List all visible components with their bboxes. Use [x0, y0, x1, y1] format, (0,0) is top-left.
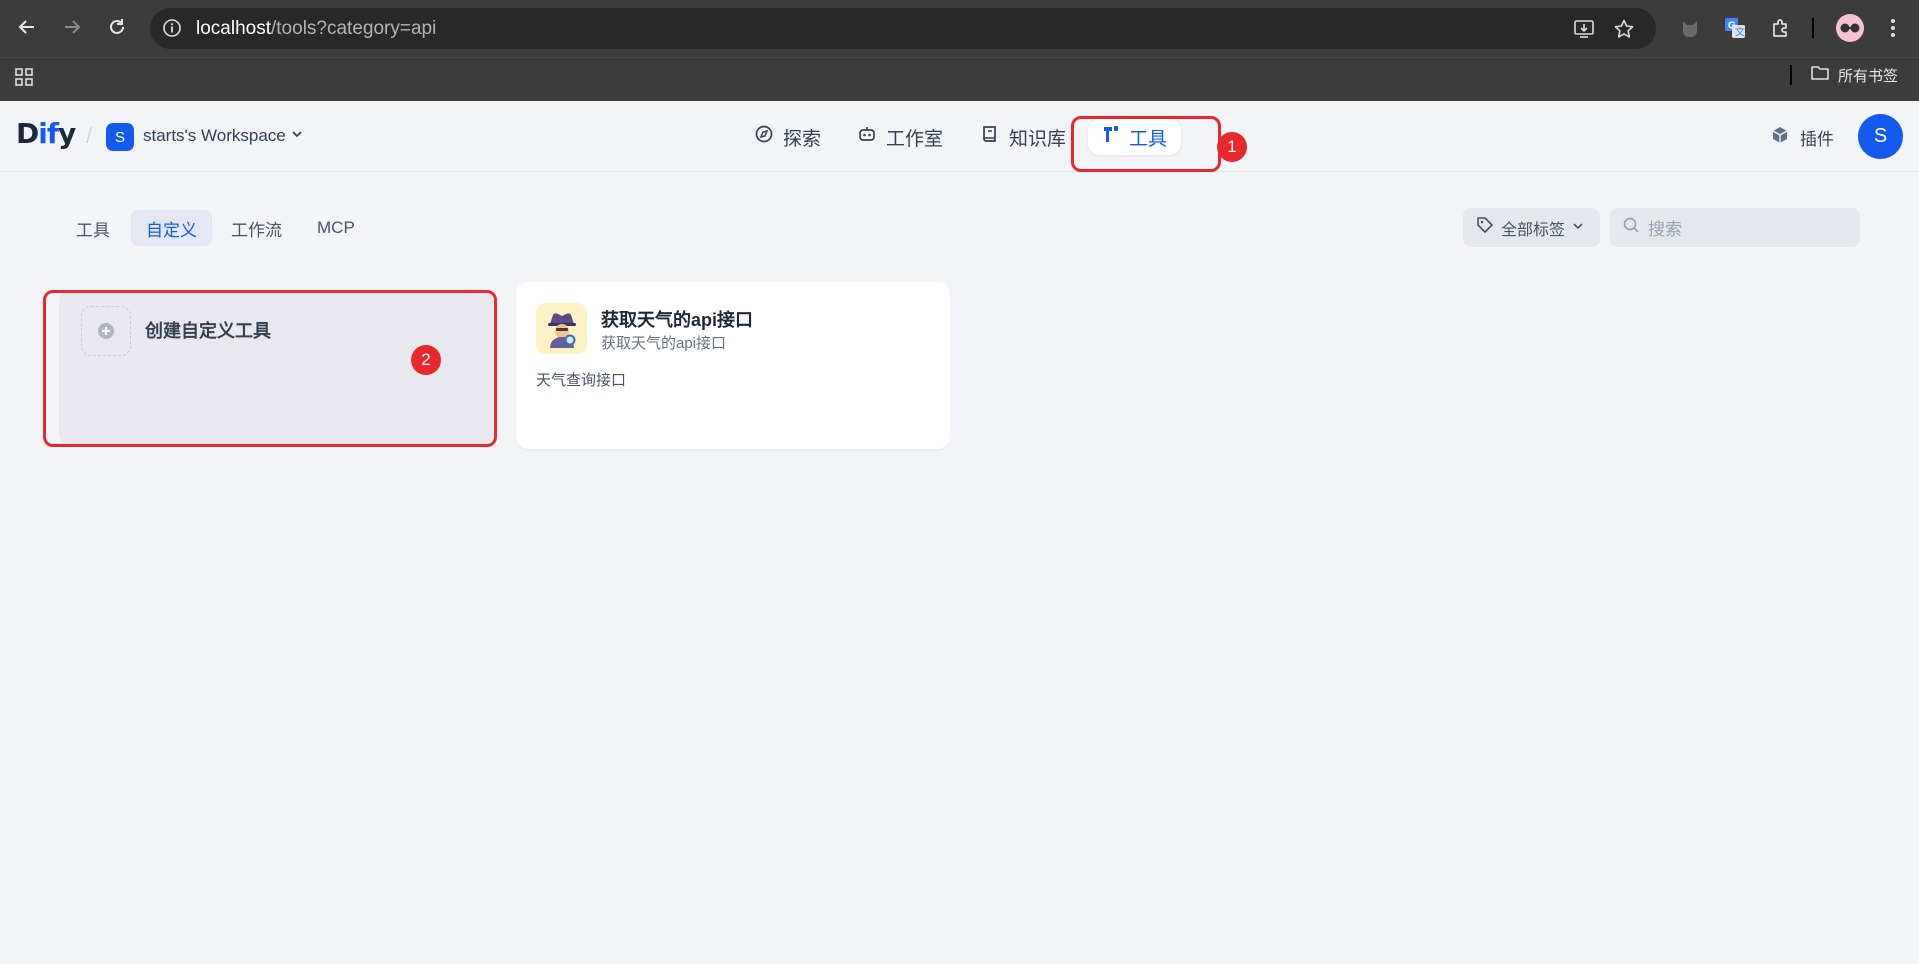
nav-knowledge[interactable]: 知识库: [970, 119, 1076, 155]
apps-grid-icon[interactable]: [13, 66, 35, 88]
all-bookmarks-folder[interactable]: 所有书签: [1810, 64, 1898, 86]
bookmark-star-icon[interactable]: [1612, 17, 1636, 41]
address-bar[interactable]: localhost/tools?category=api: [150, 8, 1656, 49]
nav-label: 工作室: [886, 128, 944, 150]
url-text: localhost/tools?category=api: [196, 18, 437, 39]
site-info-icon[interactable]: [162, 18, 182, 38]
plugins-label: 插件: [1800, 130, 1834, 149]
annotation-number-2: 2: [411, 345, 441, 375]
tag-filter-label: 全部标签: [1501, 221, 1566, 239]
tool-subtitle: 获取天气的api接口: [601, 335, 727, 352]
tag-filter-dropdown[interactable]: 全部标签: [1463, 208, 1600, 247]
browser-menu-icon[interactable]: [1880, 15, 1906, 41]
translate-icon[interactable]: G文: [1722, 15, 1748, 41]
svg-text:文: 文: [1735, 26, 1745, 39]
workspace-selector[interactable]: starts's Workspace: [143, 126, 304, 146]
toolbar-divider: [1812, 18, 1814, 38]
forward-icon[interactable]: [57, 12, 87, 42]
dify-logo[interactable]: Dify: [16, 117, 76, 150]
search-placeholder: 搜索: [1648, 220, 1682, 239]
app-header: Dify / S starts's Workspace 探索 工作室 知识库 工…: [0, 101, 1919, 172]
install-app-icon[interactable]: [1572, 17, 1596, 41]
annotation-number-1: 1: [1217, 132, 1247, 162]
bookmarks-divider: [1790, 65, 1792, 85]
tab-workflow[interactable]: 工作流: [217, 210, 296, 246]
folder-label: 所有书签: [1838, 67, 1899, 85]
search-icon: [1622, 216, 1640, 239]
tab-builtin-tools[interactable]: 工具: [62, 210, 124, 246]
nav-explore[interactable]: 探索: [744, 119, 831, 155]
breadcrumb-divider: /: [86, 123, 93, 148]
detective-icon: [536, 303, 587, 354]
bookmarks-bar: [0, 57, 1919, 101]
profile-avatar-icon[interactable]: [1836, 14, 1864, 42]
compass-icon: [754, 124, 774, 150]
extension-cat-icon[interactable]: [1677, 15, 1703, 41]
robot-icon: [857, 124, 877, 150]
annotation-box-1: [1071, 116, 1221, 172]
workspace-badge[interactable]: S: [106, 123, 134, 151]
chevron-down-icon: [290, 126, 304, 146]
reload-icon[interactable]: [102, 12, 132, 42]
nav-label: 探索: [783, 128, 822, 150]
tag-icon: [1476, 216, 1494, 239]
back-icon[interactable]: [12, 12, 42, 42]
search-input[interactable]: 搜索: [1610, 208, 1860, 247]
book-icon: [980, 124, 1000, 150]
custom-tool-card[interactable]: 获取天气的api接口 获取天气的api接口 天气查询接口: [516, 282, 950, 449]
tab-custom[interactable]: 自定义: [131, 210, 212, 246]
chevron-down-icon: [1572, 219, 1584, 237]
cube-icon: [1770, 125, 1790, 150]
tool-title: 获取天气的api接口: [601, 310, 754, 330]
extensions-puzzle-icon[interactable]: [1768, 15, 1794, 41]
folder-icon: [1810, 64, 1830, 86]
nav-studio[interactable]: 工作室: [847, 119, 953, 155]
nav-label: 知识库: [1009, 128, 1067, 150]
tab-mcp[interactable]: MCP: [303, 210, 369, 246]
plugins-button[interactable]: 插件: [1770, 125, 1834, 150]
tool-description: 天气查询接口: [536, 372, 627, 389]
browser-toolbar: localhost/tools?category=api G文: [0, 0, 1919, 57]
user-avatar[interactable]: S: [1858, 114, 1903, 159]
workspace-name: starts's Workspace: [143, 126, 286, 145]
